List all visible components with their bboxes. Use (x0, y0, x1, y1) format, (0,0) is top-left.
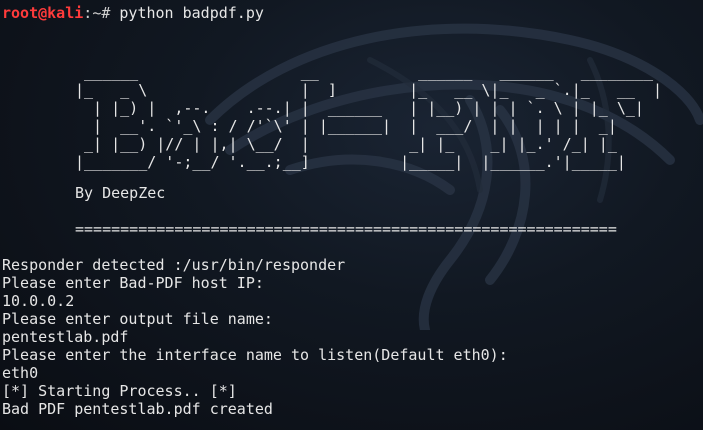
output-line: Responder detected :/usr/bin/responder (2, 256, 346, 274)
output-line: [*] Starting Process.. [*] (2, 382, 237, 400)
output-line: Please enter Bad-PDF host IP: (2, 274, 264, 292)
command-text: python badpdf.py (119, 4, 264, 22)
output-line: pentestlab.pdf (2, 328, 129, 346)
output-line: 10.0.0.2 (2, 292, 75, 310)
prompt-separator: : (83, 4, 93, 22)
bad-pdf-ascii-banner: ______ __ ______ ______ ________ |_ _ \ … (75, 63, 662, 171)
terminal-screen: root@kali:~# python badpdf.py ______ __ … (0, 0, 703, 430)
terminal-window[interactable]: root@kali:~# python badpdf.py ______ __ … (0, 0, 703, 430)
prompt-user: root@kali (2, 4, 84, 22)
author-byline: By DeepZec (75, 184, 166, 202)
output-line: Please enter output file name: (2, 310, 273, 328)
command-prompt-line: root@kali:~# python badpdf.py (2, 4, 264, 22)
output-line: Please enter the interface name to liste… (2, 346, 508, 364)
prompt-path: ~# (92, 4, 111, 22)
output-line: eth0 (2, 364, 39, 382)
output-line: Bad PDF pentestlab.pdf created (2, 400, 273, 418)
banner-divider: ========================================… (75, 220, 617, 238)
